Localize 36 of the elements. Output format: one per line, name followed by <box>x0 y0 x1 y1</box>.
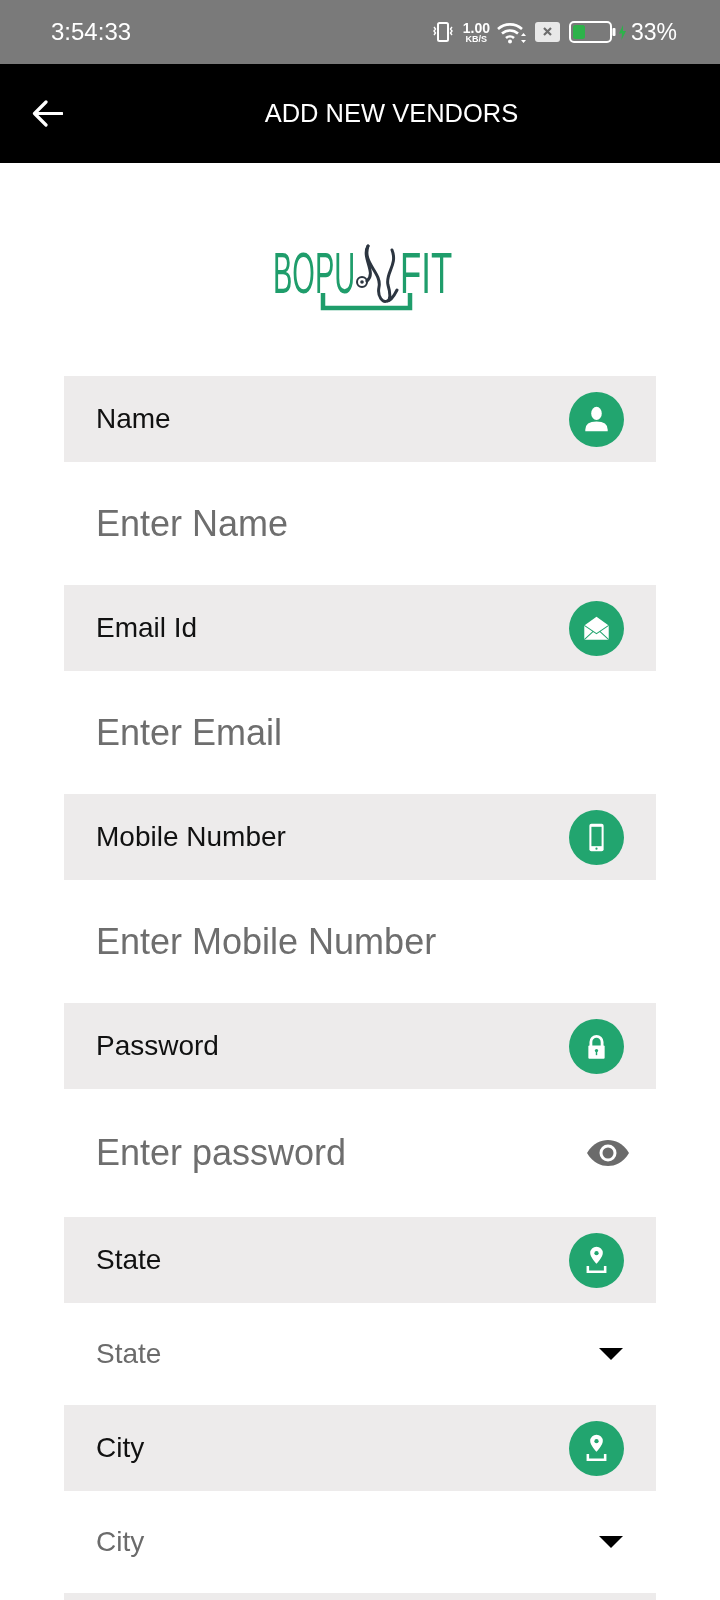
wifi-icon <box>495 20 528 44</box>
location-pin-icon <box>569 1420 624 1476</box>
network-speed-unit: KB/S <box>465 34 488 44</box>
logo-text: BOPU <box>273 244 356 302</box>
field-label: Password <box>96 1030 219 1062</box>
phone-icon <box>569 809 624 865</box>
logo-text: FIT <box>400 244 453 302</box>
email-field[interactable]: Enter Email <box>96 709 656 756</box>
caret-icon <box>599 1536 623 1548</box>
back-button[interactable] <box>32 100 63 127</box>
caret-icon <box>599 1348 623 1360</box>
network-speed: 1.00 <box>462 20 490 35</box>
dropdown[interactable]: State <box>64 1329 656 1379</box>
envelope-icon <box>569 600 624 656</box>
field-label: City <box>96 1432 145 1464</box>
field-label: Name <box>96 403 171 435</box>
status-time: 3:54:33 <box>51 18 132 46</box>
person-icon <box>569 391 624 447</box>
battery-percent: 33% <box>630 18 677 46</box>
field-label: State <box>96 1244 162 1276</box>
location-pin-icon <box>569 1232 624 1288</box>
stethoscope-icon <box>356 244 399 303</box>
text-field[interactable]: Enter Name <box>96 500 656 547</box>
charging-bolt-icon <box>618 24 626 40</box>
dropdown[interactable]: City <box>64 1517 656 1567</box>
lock-icon <box>569 1018 624 1074</box>
crossed-card-icon <box>534 22 560 42</box>
back-arrow-icon <box>32 100 63 127</box>
vibrate-icon <box>431 21 454 43</box>
eye-icon[interactable] <box>586 1139 630 1167</box>
battery-icon <box>568 21 616 43</box>
phone-field[interactable]: Enter Mobile Number <box>96 918 656 965</box>
password-field[interactable]: Enter password <box>96 1130 574 1176</box>
field-label: Mobile Number <box>96 821 286 853</box>
page-title: ADD NEW VENDORS <box>264 99 519 128</box>
field-label: Email Id <box>96 612 198 644</box>
